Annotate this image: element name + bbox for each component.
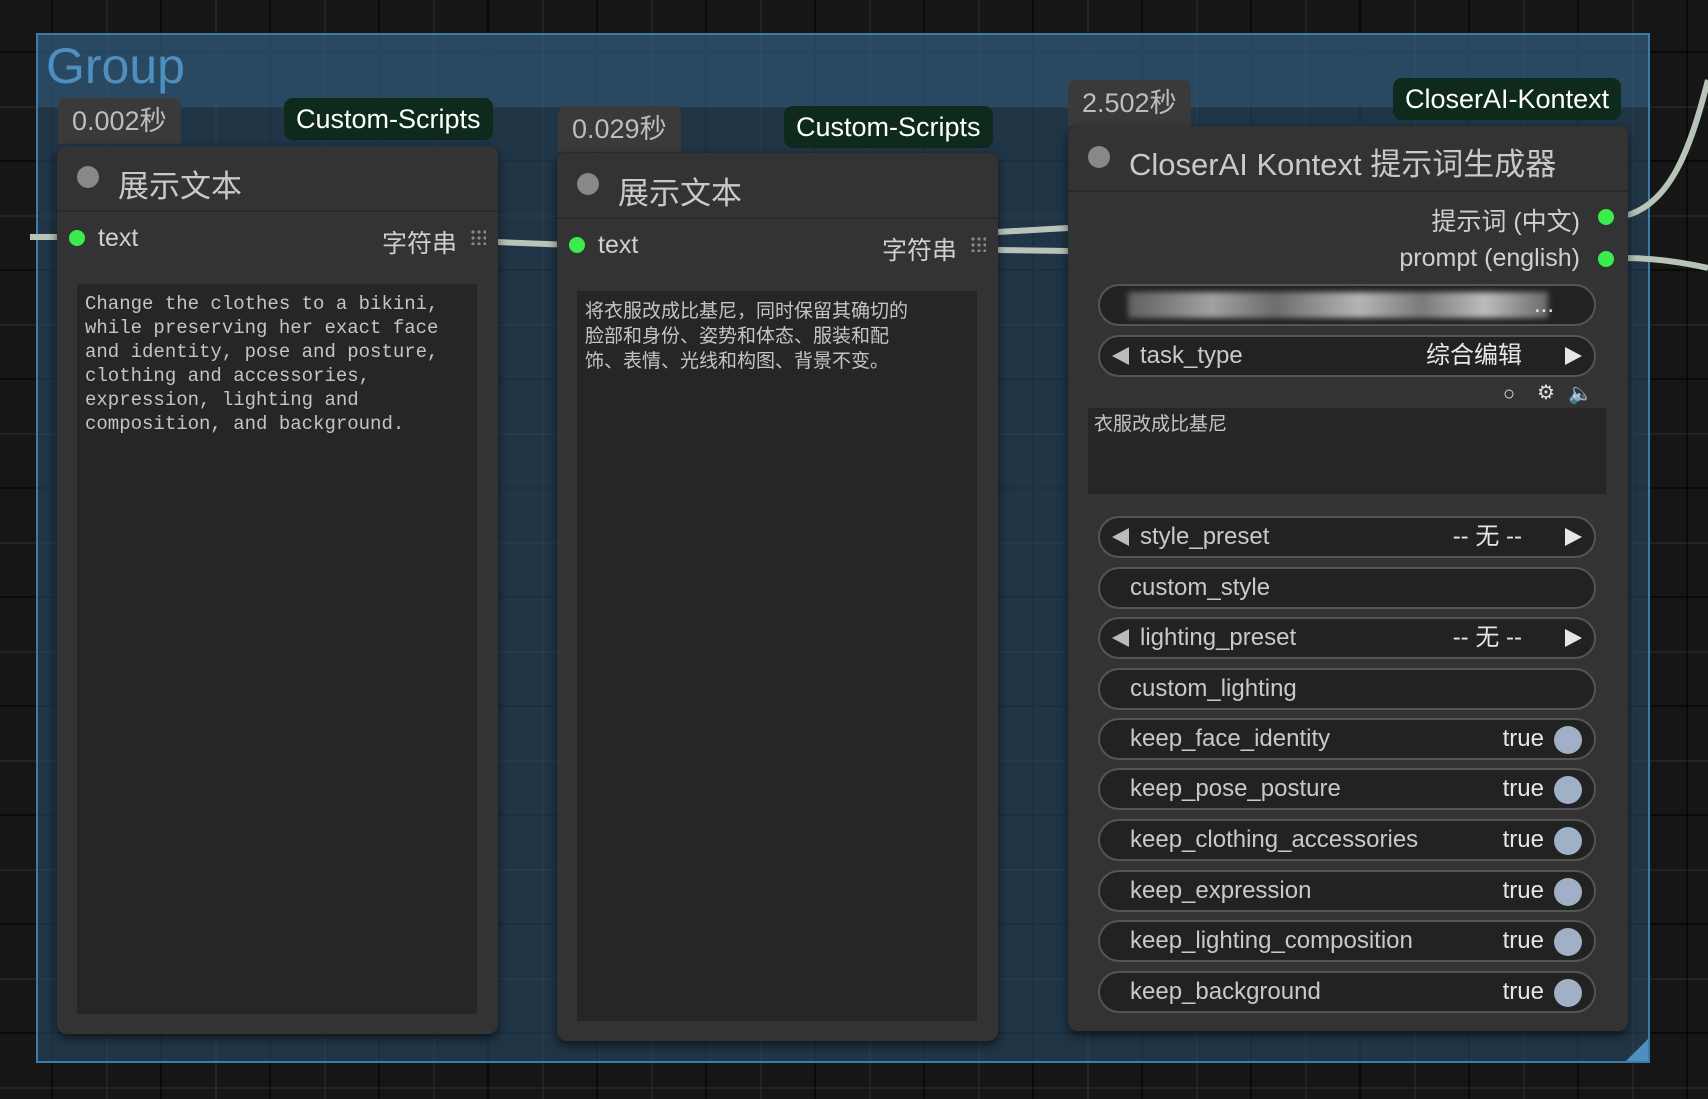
- toggle-value: true: [1502, 775, 1544, 802]
- custom-lighting-label: custom_lighting: [1130, 675, 1297, 702]
- node1-show-text[interactable]: 展示文本 text 字符串 Change the clothes to a bi…: [57, 146, 498, 1034]
- lighting-preset-value: -- 无 --: [1452, 624, 1522, 651]
- node1-timing: 0.002秒: [58, 98, 181, 144]
- arrow-right-icon[interactable]: [1565, 528, 1582, 546]
- speaker-icon[interactable]: 🔈: [1568, 384, 1593, 404]
- node2-title: 展示文本: [618, 176, 742, 211]
- keep-expression-toggle[interactable]: keep_expression true: [1098, 870, 1596, 912]
- keep-clothing-accessories-toggle[interactable]: keep_clothing_accessories true: [1098, 819, 1596, 861]
- keep-face-identity-toggle[interactable]: keep_face_identity true: [1098, 718, 1596, 760]
- toggle-knob[interactable]: [1554, 776, 1582, 804]
- prompt-input-textarea[interactable]: 衣服改成比基尼: [1088, 408, 1606, 494]
- toggle-value: true: [1502, 826, 1544, 853]
- toggle-value: true: [1502, 978, 1544, 1005]
- node1-badge: Custom-Scripts: [284, 98, 493, 140]
- style-preset-value: -- 无 --: [1452, 523, 1522, 550]
- toggle-value: true: [1502, 927, 1544, 954]
- task-type-combo[interactable]: task_type 综合编辑: [1098, 335, 1596, 377]
- node3-output-chinese-label: 提示词 (中文): [1431, 208, 1580, 236]
- api-key-obscured: [1128, 292, 1548, 318]
- node1-input-label: text: [98, 224, 139, 252]
- grid-handle-icon[interactable]: [470, 229, 486, 245]
- group-title[interactable]: Group: [46, 37, 185, 95]
- style-preset-combo[interactable]: style_preset -- 无 --: [1098, 516, 1596, 558]
- toggle-knob[interactable]: [1554, 878, 1582, 906]
- keep-background-toggle[interactable]: keep_background true: [1098, 971, 1596, 1013]
- toggle-label: keep_face_identity: [1130, 725, 1331, 752]
- node2-input-type: 字符串: [882, 237, 958, 265]
- keep-pose-posture-toggle[interactable]: keep_pose_posture true: [1098, 768, 1596, 810]
- arrow-left-icon[interactable]: [1112, 528, 1129, 546]
- toggle-label: keep_pose_posture: [1130, 775, 1341, 802]
- style-preset-label: style_preset: [1140, 523, 1270, 550]
- toggle-knob[interactable]: [1554, 726, 1582, 754]
- toggle-knob[interactable]: [1554, 928, 1582, 956]
- node1-text-display[interactable]: Change the clothes to a bikini, while pr…: [77, 284, 477, 1014]
- node2-titlebar[interactable]: 展示文本: [557, 153, 998, 219]
- node3-timing: 2.502秒: [1068, 80, 1191, 126]
- toggle-value: true: [1502, 725, 1544, 752]
- arrow-left-icon[interactable]: [1112, 347, 1129, 365]
- api-key-ellipsis: ...: [1533, 291, 1554, 318]
- node1-collapse-dot[interactable]: [77, 166, 99, 188]
- toggle-label: keep_background: [1130, 978, 1321, 1005]
- keep-lighting-composition-toggle[interactable]: keep_lighting_composition true: [1098, 920, 1596, 962]
- node2-input-label: text: [598, 231, 639, 259]
- node3-collapse-dot[interactable]: [1088, 146, 1110, 168]
- task-type-value: 综合编辑: [1426, 342, 1522, 369]
- lighting-preset-combo[interactable]: lighting_preset -- 无 --: [1098, 617, 1596, 659]
- custom-style-field[interactable]: custom_style: [1098, 567, 1596, 609]
- toggle-knob[interactable]: [1554, 827, 1582, 855]
- arrow-right-icon[interactable]: [1565, 629, 1582, 647]
- node2-timing: 0.029秒: [558, 106, 681, 152]
- toggle-label: keep_lighting_composition: [1130, 927, 1413, 954]
- node3-title: CloserAI Kontext 提示词生成器: [1129, 147, 1557, 182]
- node1-titlebar[interactable]: 展示文本: [57, 146, 498, 212]
- toggle-knob[interactable]: [1554, 979, 1582, 1007]
- arrow-left-icon[interactable]: [1112, 629, 1129, 647]
- arrow-right-icon[interactable]: [1565, 347, 1582, 365]
- api-key-widget[interactable]: ...: [1098, 284, 1596, 326]
- node2-badge: Custom-Scripts: [784, 106, 993, 148]
- circle-icon[interactable]: ○: [1503, 384, 1515, 404]
- node2-collapse-dot[interactable]: [577, 173, 599, 195]
- custom-lighting-field[interactable]: custom_lighting: [1098, 668, 1596, 710]
- grid-handle-icon[interactable]: [970, 236, 986, 252]
- custom-style-label: custom_style: [1130, 574, 1271, 601]
- node2-text-display[interactable]: 将衣服改成比基尼，同时保留其确切的 脸部和身份、姿势和体态、服装和配 饰、表情、…: [577, 291, 977, 1021]
- task-type-label: task_type: [1140, 342, 1243, 369]
- node3-badge: CloserAI-Kontext: [1393, 78, 1622, 120]
- lighting-preset-label: lighting_preset: [1140, 624, 1297, 651]
- toggle-label: keep_expression: [1130, 877, 1312, 904]
- node3-titlebar[interactable]: CloserAI Kontext 提示词生成器: [1068, 126, 1628, 192]
- gear-icon[interactable]: ⚙: [1537, 383, 1555, 403]
- node3-output-chinese-dot[interactable]: [1598, 209, 1614, 225]
- toggle-value: true: [1502, 877, 1544, 904]
- node2-input-dot[interactable]: [569, 237, 585, 253]
- toggle-label: keep_clothing_accessories: [1130, 826, 1419, 853]
- node3-output-english-dot[interactable]: [1598, 251, 1614, 267]
- group-resize-handle[interactable]: [1626, 1039, 1648, 1061]
- node2-show-text[interactable]: 展示文本 text 字符串 将衣服改成比基尼，同时保留其确切的 脸部和身份、姿势…: [557, 153, 998, 1041]
- node1-input-type: 字符串: [382, 230, 458, 258]
- node1-input-dot[interactable]: [69, 230, 85, 246]
- node3-output-english-label: prompt (english): [1399, 244, 1580, 272]
- node1-title: 展示文本: [118, 169, 242, 204]
